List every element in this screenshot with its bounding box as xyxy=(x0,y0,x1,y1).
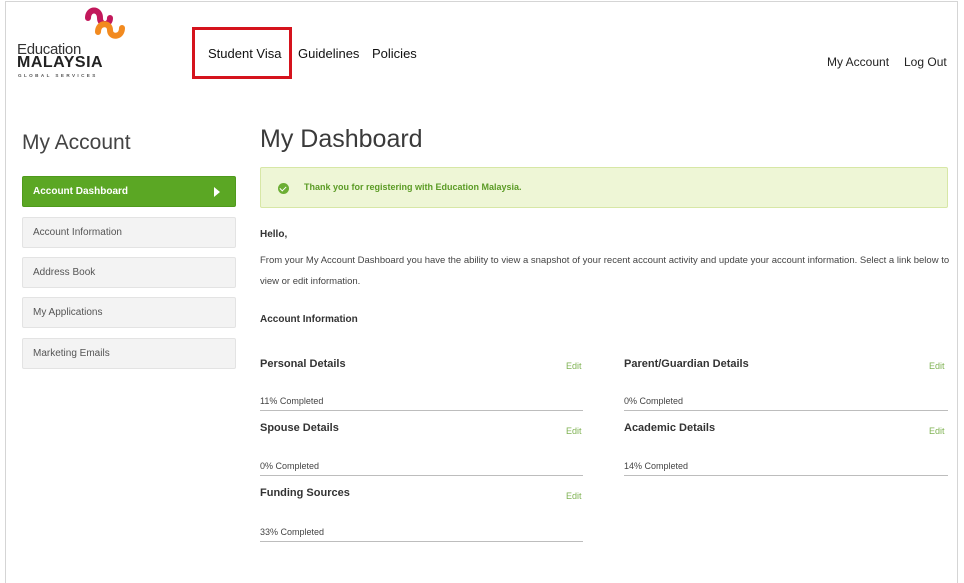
sidebar-item-label: Marketing Emails xyxy=(33,348,110,359)
nav-guidelines[interactable]: Guidelines xyxy=(298,46,359,61)
sidebar-title: My Account xyxy=(22,131,131,154)
nav-policies[interactable]: Policies xyxy=(372,46,417,61)
parent-guardian-details-progress: 0% Completed xyxy=(624,396,948,411)
logo-text-global-services: GLOBAL SERVICES xyxy=(18,73,98,78)
education-malaysia-logo[interactable]: Education MALAYSIA GLOBAL SERVICES xyxy=(16,6,136,78)
check-circle-icon xyxy=(278,183,289,194)
funding-sources-title: Funding Sources xyxy=(260,487,350,499)
nav-student-visa[interactable]: Student Visa xyxy=(208,46,281,61)
sidebar-item-marketing-emails[interactable]: Marketing Emails xyxy=(22,338,236,369)
edit-personal-details-link[interactable]: Edit xyxy=(566,361,582,371)
logo-mark-icon xyxy=(85,7,125,39)
my-account-link[interactable]: My Account xyxy=(827,55,889,69)
academic-details-title: Academic Details xyxy=(624,422,716,434)
account-information-heading: Account Information xyxy=(260,314,358,325)
chevron-right-icon xyxy=(214,187,220,197)
spouse-details-title: Spouse Details xyxy=(260,422,339,434)
sidebar-item-label: My Applications xyxy=(33,307,103,318)
personal-details-progress: 11% Completed xyxy=(260,396,583,411)
parent-guardian-details-title: Parent/Guardian Details xyxy=(624,358,749,370)
sidebar-item-my-applications[interactable]: My Applications xyxy=(22,297,236,328)
edit-spouse-details-link[interactable]: Edit xyxy=(566,426,582,436)
edit-academic-details-link[interactable]: Edit xyxy=(929,426,945,436)
sidebar-item-label: Account Dashboard xyxy=(33,186,129,197)
edit-funding-sources-link[interactable]: Edit xyxy=(566,491,582,501)
notice-text: Thank you for registering with Education… xyxy=(304,182,522,192)
logo-text-malaysia: MALAYSIA xyxy=(17,54,104,71)
sidebar-item-account-information[interactable]: Account Information xyxy=(22,217,236,248)
academic-details-progress: 14% Completed xyxy=(624,461,948,476)
success-notice: Thank you for registering with Education… xyxy=(260,167,948,208)
edit-parent-guardian-details-link[interactable]: Edit xyxy=(929,361,945,371)
personal-details-title: Personal Details xyxy=(260,358,346,370)
intro-text: From your My Account Dashboard you have … xyxy=(260,255,950,287)
log-out-link[interactable]: Log Out xyxy=(904,55,947,69)
browser-frame xyxy=(5,1,958,583)
sidebar-item-label: Account Information xyxy=(33,227,122,238)
sidebar-item-label: Address Book xyxy=(33,267,96,278)
page-title: My Dashboard xyxy=(260,125,423,153)
sidebar-item-account-dashboard[interactable]: Account Dashboard xyxy=(22,176,236,207)
sidebar-item-address-book[interactable]: Address Book xyxy=(22,257,236,288)
funding-sources-progress: 33% Completed xyxy=(260,527,583,542)
spouse-details-progress: 0% Completed xyxy=(260,461,583,476)
greeting: Hello, xyxy=(260,229,288,240)
